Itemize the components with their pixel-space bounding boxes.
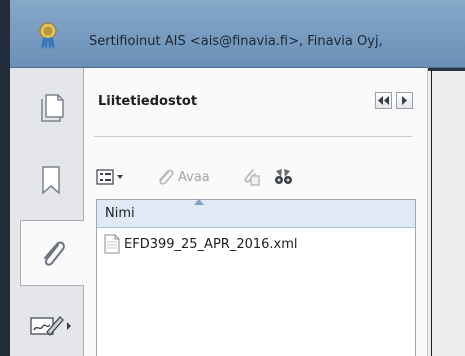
signatures-button[interactable]: [19, 296, 83, 356]
window-edge: [0, 0, 10, 68]
bookmark-icon: [42, 166, 60, 195]
bookmarks-button[interactable]: [19, 150, 83, 210]
attachments-button[interactable]: [20, 220, 85, 286]
search-attachments-button[interactable]: [272, 166, 294, 188]
options-menu-icon: [96, 169, 123, 185]
add-attachment-icon: [244, 169, 260, 186]
binoculars-icon: [275, 169, 292, 184]
panel-title: Liitetiedostot: [98, 94, 198, 109]
expand-panel-button[interactable]: [396, 92, 413, 109]
attachments-toolbar: Avaa: [96, 166, 416, 190]
paperclip-open-icon: [159, 169, 174, 185]
collapse-panel-button[interactable]: [375, 92, 392, 109]
attachments-list: Nimi EFD399_25_APR_2016.xml: [96, 199, 416, 356]
column-header-label: Nimi: [105, 206, 135, 221]
page-thumbnails-button[interactable]: [19, 78, 83, 138]
panel-divider: [94, 136, 412, 137]
open-attachment-button[interactable]: Avaa: [156, 166, 210, 188]
open-attachment-label: Avaa: [178, 169, 210, 185]
window-edge-left: [0, 68, 10, 356]
add-attachment-button[interactable]: [242, 166, 262, 188]
signature-bar: Sertifioinut AIS <ais@finavia.fi>, Finav…: [0, 0, 465, 68]
document-area-topline: [428, 68, 465, 71]
column-header-name[interactable]: Nimi: [97, 199, 415, 228]
options-menu-button[interactable]: [96, 166, 126, 188]
document-area-separator: [431, 68, 432, 356]
paperclip-icon: [43, 241, 65, 266]
page-thumbnails-icon: [41, 94, 64, 122]
signature-pen-icon: [30, 316, 71, 336]
attachment-filename: EFD399_25_APR_2016.xml: [124, 237, 298, 252]
signature-status-text: Sertifioinut AIS <ais@finavia.fi>, Finav…: [89, 34, 383, 49]
attachments-panel: Liitetiedostot Avaa Nimi EFD399_25_APR_2…: [84, 68, 428, 356]
file-icon: [104, 234, 120, 254]
navigation-rail: [10, 68, 85, 356]
sort-ascending-icon: [194, 199, 204, 205]
list-item[interactable]: EFD399_25_APR_2016.xml: [97, 234, 415, 256]
certificate-seal-icon: [39, 22, 57, 50]
double-chevron-left-icon: [378, 96, 389, 105]
document-area: [428, 68, 465, 356]
chevron-right-icon: [402, 96, 407, 105]
